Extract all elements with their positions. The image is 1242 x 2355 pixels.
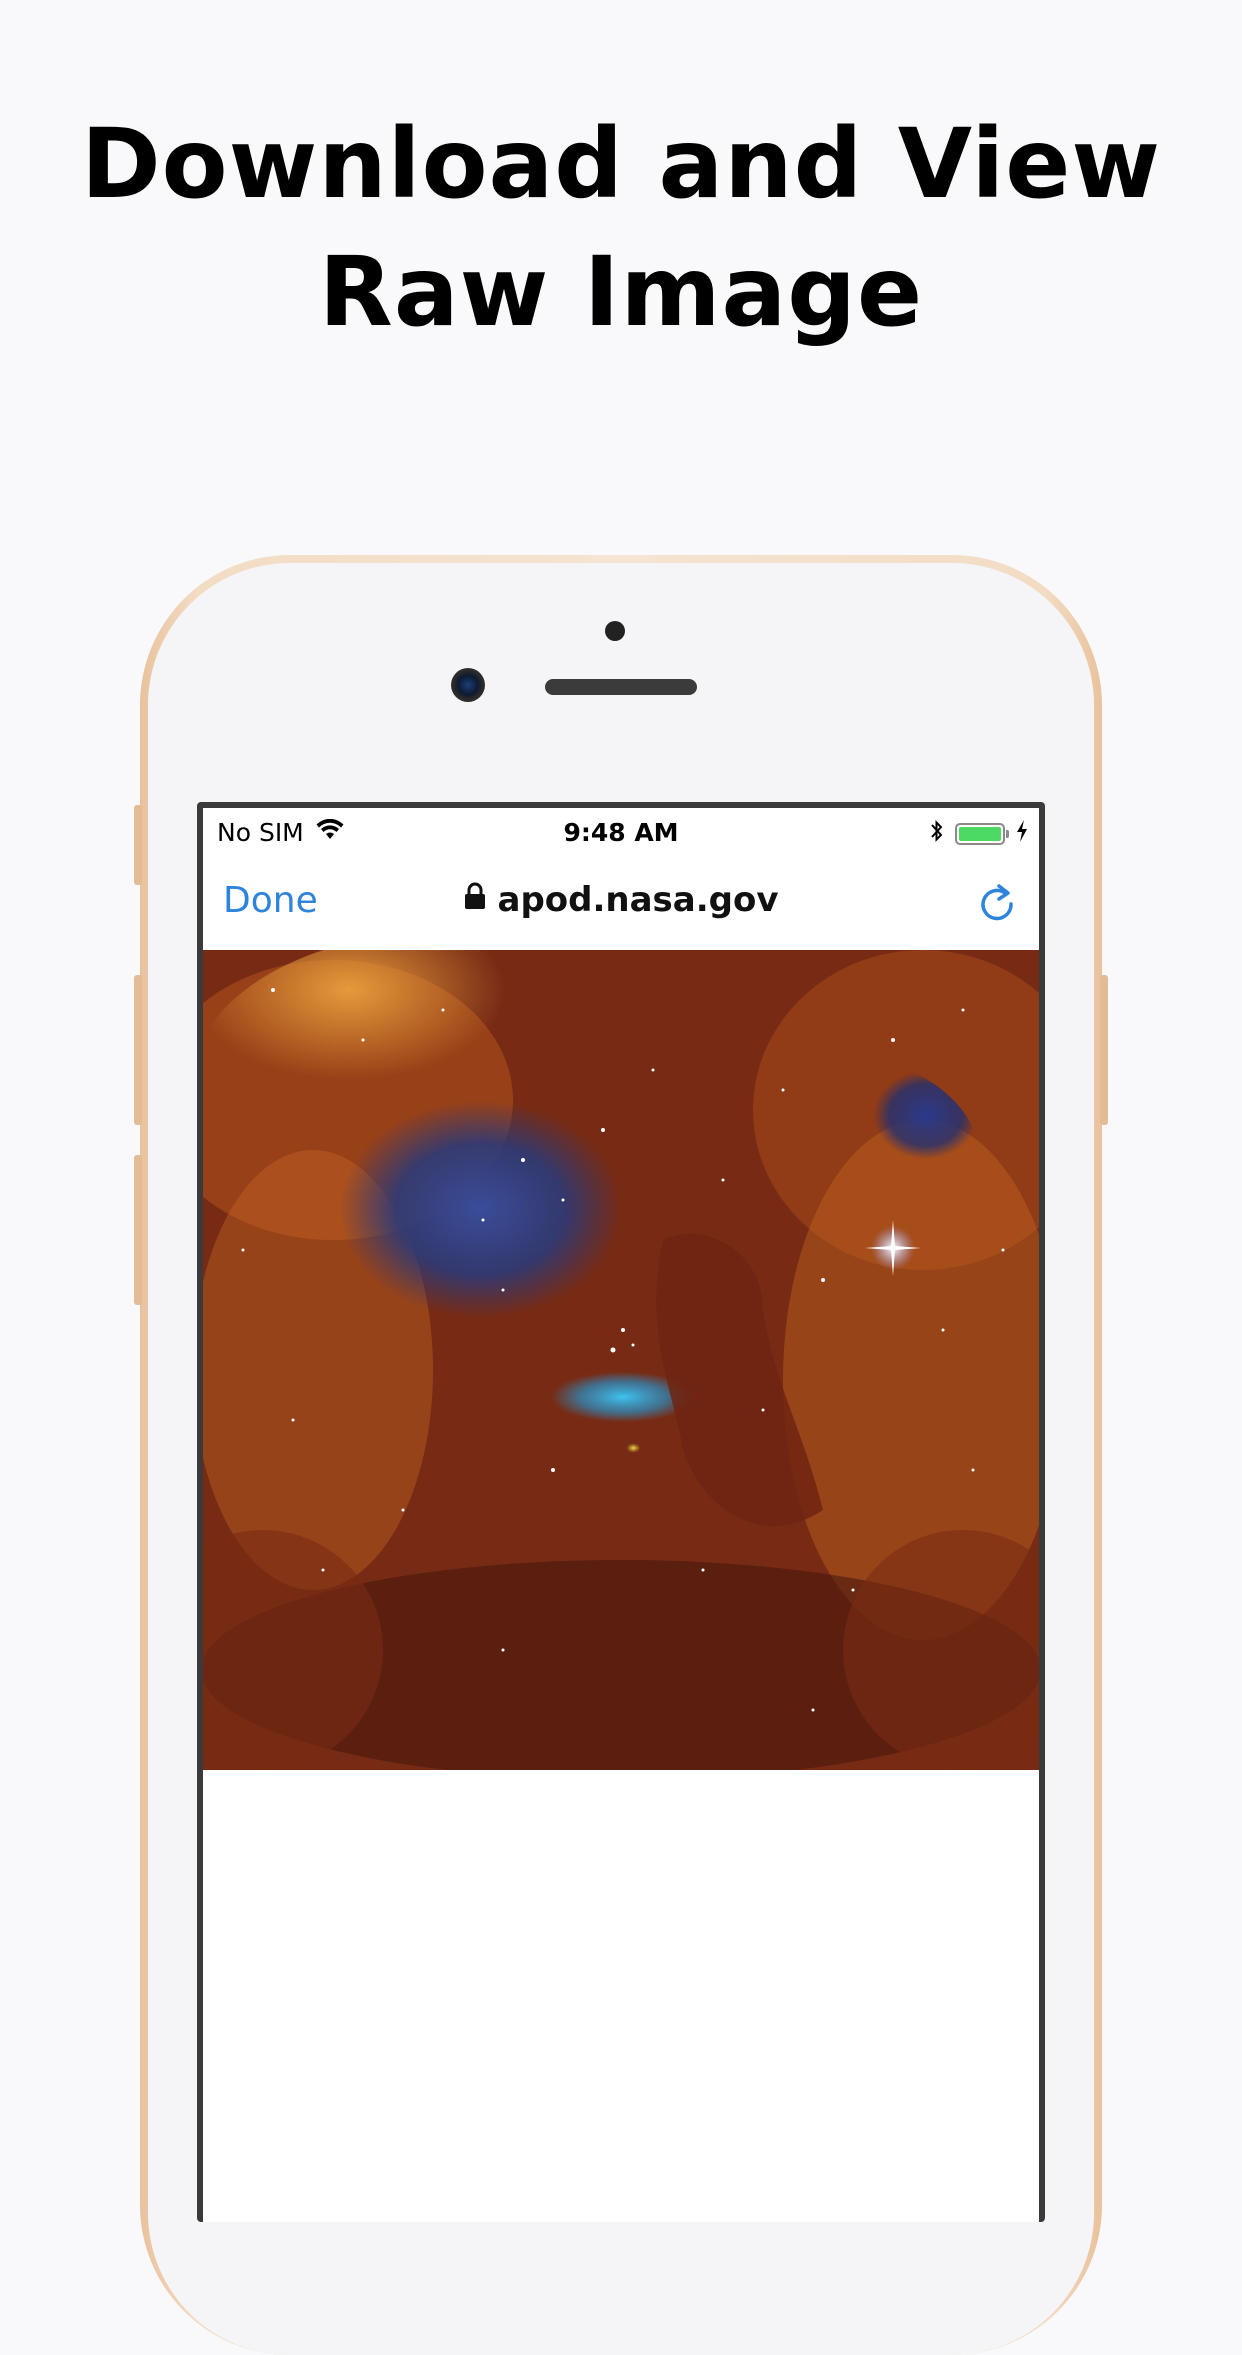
reload-icon[interactable] <box>975 882 1019 926</box>
volume-up-button <box>134 975 142 1125</box>
url-text: apod.nasa.gov <box>497 880 779 920</box>
bluetooth-icon <box>929 818 945 850</box>
lock-icon <box>464 879 486 919</box>
status-time: 9:48 AM <box>563 818 679 847</box>
volume-down-button <box>134 1155 142 1305</box>
headline-line-1: Download and View <box>80 108 1162 220</box>
url-bar[interactable]: apod.nasa.gov <box>203 880 1039 920</box>
nebula-photo <box>203 950 1039 1770</box>
battery-level <box>959 827 1001 841</box>
charging-bolt-icon <box>1015 819 1029 849</box>
mute-switch <box>134 805 142 885</box>
phone-screen: No SIM 9:48 AM Done apod.nasa.gov <box>197 802 1045 2222</box>
front-camera <box>451 668 485 702</box>
screen-content: No SIM 9:48 AM Done apod.nasa.gov <box>203 808 1039 2222</box>
proximity-sensor <box>605 621 625 641</box>
status-bar: No SIM 9:48 AM <box>203 808 1039 860</box>
blank-page-area <box>203 1770 1039 2222</box>
status-right <box>929 818 1029 850</box>
headline-line-2: Raw Image <box>318 236 924 348</box>
battery-icon <box>955 823 1009 845</box>
browser-nav-bar: Done apod.nasa.gov <box>203 860 1039 950</box>
power-button <box>1100 975 1108 1125</box>
earpiece-speaker <box>545 679 697 695</box>
